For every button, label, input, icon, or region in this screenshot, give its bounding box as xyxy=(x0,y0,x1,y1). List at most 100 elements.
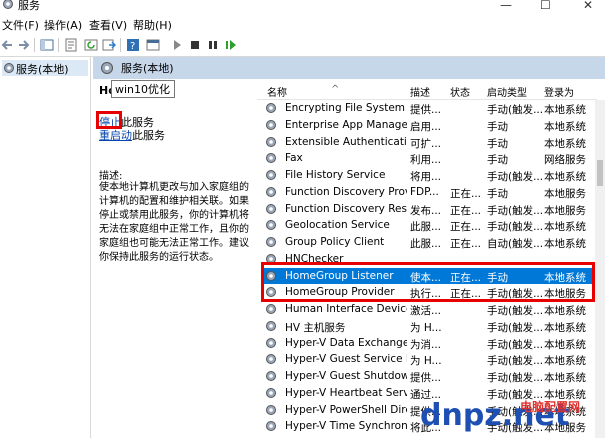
table-row[interactable]: File History Service 将用... 手动(触发... 本地系统 xyxy=(263,167,597,183)
table-row[interactable]: Hyper-V Guest Shutdown...提供... 手动(触发...本地… xyxy=(263,368,597,384)
vertical-scrollbar[interactable] xyxy=(595,100,605,438)
watermark-logo: dnpz.net 电脑配置网 xyxy=(420,398,580,433)
cell-name: Geolocation Service xyxy=(285,219,390,232)
cell-logon: 网络服务 xyxy=(544,154,586,167)
cell-desc: 为 H... xyxy=(410,355,442,368)
back-icon[interactable] xyxy=(1,38,15,52)
restart-link[interactable]: 重启动 xyxy=(99,129,132,142)
table-row[interactable]: Geolocation Service 此服... 正在... 手动(触发... 本地系… xyxy=(263,217,597,233)
table-row[interactable]: Fax 利用... 手动 网络服务 xyxy=(263,150,597,166)
menu-help[interactable]: 帮助(H) xyxy=(133,17,172,33)
gear-icon xyxy=(266,421,276,432)
table-row[interactable]: Hyper-V Guest Service In...为 H... 手动(触发..… xyxy=(263,351,597,367)
description-text: 使本地计算机更改与加入家庭组的计算机的配置和维护相关联。如果停止或禁用此服务，你… xyxy=(99,182,249,263)
cell-startup: 自动(触发... xyxy=(487,238,544,250)
forward-icon[interactable] xyxy=(16,38,30,52)
toolbar-separator xyxy=(34,38,35,52)
gear-icon xyxy=(101,62,113,74)
gear-icon xyxy=(266,354,276,365)
services-app-icon xyxy=(3,0,13,9)
cell-logon: 本地系统 xyxy=(544,321,586,334)
show-hide-tree-icon[interactable] xyxy=(40,38,54,52)
maximize-icon[interactable]: ☐ xyxy=(540,0,551,12)
cell-name: Enterprise App Manage... xyxy=(285,118,407,131)
services-header: 服务(本地) xyxy=(93,57,605,79)
gear-icon xyxy=(266,404,276,415)
table-row[interactable]: Function Discovery Provi...FDP... 正在... 手动… xyxy=(263,184,597,200)
cell-status: 正在... xyxy=(450,187,482,200)
menu-file[interactable]: 文件(F) xyxy=(2,17,39,33)
table-row[interactable]: Human Interface Device ...激活... 手动(触发...本… xyxy=(263,301,597,317)
cell-name: File History Service xyxy=(285,169,386,181)
svg-text:?: ? xyxy=(130,41,135,52)
cell-name: HV 主机服务 xyxy=(285,321,346,334)
cell-startup: 手动(触发... xyxy=(487,104,544,116)
cell-logon: 本地系统 xyxy=(544,104,586,116)
cell-desc: 为消... xyxy=(410,338,442,351)
tooltip: win10优化 xyxy=(111,80,175,98)
cell-desc: 提供... xyxy=(410,372,442,384)
menu-bar: 文件(F) 操作(A) 查看(V) 帮助(H) xyxy=(0,14,605,34)
column-desc[interactable]: 描述 xyxy=(410,84,430,99)
table-row[interactable]: Function Discovery Reso...发布... 正在... 手动(触… xyxy=(263,201,597,217)
cell-startup: 手动 xyxy=(487,187,508,200)
cell-logon: 本地系统 xyxy=(544,338,586,351)
description-pane: Ho ener 停止此服务 重启动此服务 描述: 使本地计算机更改与加入家庭组的… xyxy=(93,79,257,438)
refresh-icon[interactable] xyxy=(84,38,98,52)
export-icon[interactable] xyxy=(102,38,116,52)
column-name[interactable]: 名称 xyxy=(267,84,287,99)
highlight-box-homegroup xyxy=(261,262,595,302)
restart-link-suffix: 此服务 xyxy=(132,129,165,142)
menu-action[interactable]: 操作(A) xyxy=(44,17,82,33)
tree-node-services-local[interactable]: 服务(本地) xyxy=(2,60,88,76)
cell-desc: FDP... xyxy=(410,185,439,198)
cell-logon: 本地系统 xyxy=(544,221,586,234)
gear-icon xyxy=(4,63,14,73)
help-icon[interactable]: ? xyxy=(126,38,140,52)
minimize-icon[interactable]: — xyxy=(500,0,512,12)
stop-icon[interactable] xyxy=(188,38,202,52)
cell-logon: 本地系统 xyxy=(544,305,586,317)
restart-service-link[interactable]: 重启动此服务 xyxy=(99,127,165,143)
table-row[interactable]: Enterprise App Manage... 启用... 手动 本地系统 xyxy=(263,117,597,133)
gear-icon xyxy=(266,320,276,331)
cell-startup: 手动(触发... xyxy=(487,204,544,217)
cell-startup: 手动(触发... xyxy=(487,221,544,234)
menu-view[interactable]: 查看(V) xyxy=(89,17,127,33)
properties-icon[interactable] xyxy=(64,38,78,52)
start-icon[interactable] xyxy=(170,38,184,52)
gear-icon xyxy=(266,387,276,398)
header-title: 服务(本地) xyxy=(121,62,174,75)
restart-icon[interactable] xyxy=(224,38,238,52)
cell-logon: 本地系统 xyxy=(544,355,586,368)
gear-icon xyxy=(266,337,276,348)
cell-startup: 手动(触发... xyxy=(487,321,544,334)
cell-name: Function Discovery Provi... xyxy=(285,185,407,198)
column-logon[interactable]: 登录为 xyxy=(544,84,574,99)
column-status[interactable]: 状态 xyxy=(450,84,470,99)
cell-logon: 本地系统 xyxy=(544,238,586,250)
table-row[interactable]: Encrypting File System (E...提供... 手动(触发..… xyxy=(263,100,597,116)
services-list: ^ 名称 描述 状态 启动类型 登录为 Encrypting File Syst… xyxy=(257,79,605,438)
description-title: 描述: xyxy=(99,171,123,182)
cell-desc: 利用... xyxy=(410,154,442,167)
close-icon[interactable]: ✕ xyxy=(583,0,593,12)
toolbar-separator xyxy=(58,38,59,52)
table-row[interactable]: Group Policy Client 此服... 正在... 自动(触发... 本地系… xyxy=(263,234,597,250)
cell-startup: 手动(触发... xyxy=(487,372,544,384)
window-title: 服务 xyxy=(18,0,40,12)
cell-startup: 手动 xyxy=(487,120,508,133)
toolbar: ? xyxy=(0,34,605,57)
cell-name: Hyper-V Time Synchroniz... xyxy=(285,420,407,433)
table-row[interactable]: Hyper-V Data Exchange ...为消... 手动(触发...本地… xyxy=(263,335,597,351)
cell-name: Fax xyxy=(285,152,303,165)
table-row[interactable]: Extensible Authenticatio...可扩... 手动 本地系统 xyxy=(263,134,597,150)
cell-desc: 发布... xyxy=(410,204,442,217)
scrollbar-thumb[interactable] xyxy=(597,160,603,186)
column-startup[interactable]: 启动类型 xyxy=(487,84,527,99)
cell-logon: 本地系统 xyxy=(544,137,586,150)
table-row[interactable]: HV 主机服务 为 H... 手动(触发... 本地系统 xyxy=(263,318,597,334)
pause-icon[interactable] xyxy=(206,38,220,52)
gear-icon xyxy=(266,304,276,314)
console-icon[interactable] xyxy=(146,38,160,52)
